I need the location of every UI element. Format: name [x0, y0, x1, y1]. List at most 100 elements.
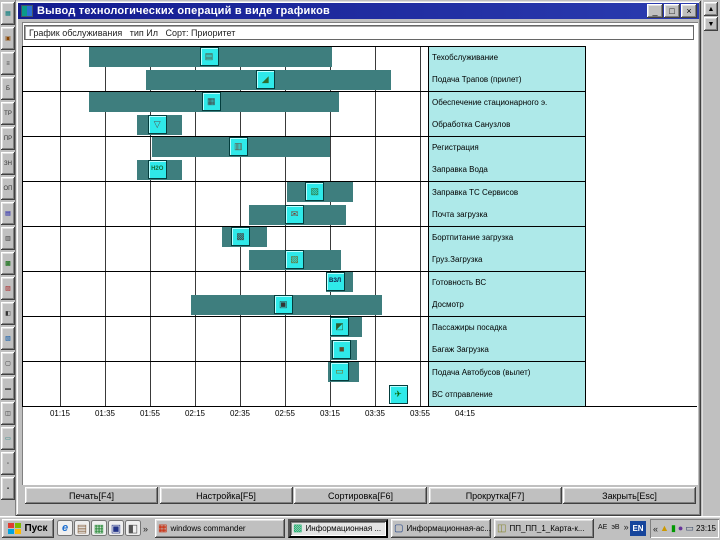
left-toolbar-button-9[interactable]: ▤ — [1, 202, 15, 225]
action-button-4[interactable]: Прокрутка[F7] — [428, 487, 562, 504]
close-button[interactable]: × — [681, 4, 697, 18]
scroll-down-button[interactable]: ▼ — [704, 17, 718, 31]
left-toolbar-button-8[interactable]: ОП — [1, 177, 15, 200]
info-window-icon: ▢ — [394, 522, 404, 534]
display-tray-icon[interactable]: ▭ — [685, 524, 694, 533]
task-button-1[interactable]: ▦ windows commander — [155, 519, 285, 538]
audio-tray-icon[interactable]: ● — [678, 524, 683, 533]
antivirus-tray-icon[interactable]: ▮ — [671, 524, 676, 533]
refueling-icon-glyph: ▧ — [310, 186, 319, 196]
water-service-icon-glyph: H2O — [151, 165, 164, 172]
minimize-button[interactable]: _ — [647, 4, 663, 18]
left-toolbar-button-10[interactable]: ▥ — [1, 227, 15, 250]
security-check-icon[interactable]: ▣ — [273, 294, 293, 314]
legend-label: Обработка Санузлов — [432, 120, 511, 130]
aircraft-ready-icon[interactable]: ВЗЛ — [325, 272, 345, 291]
action-button-3[interactable]: Сортировка[F6] — [294, 487, 427, 504]
aircraft-departure-icon[interactable]: ✈ — [388, 384, 408, 404]
legend-label: Досмотр — [432, 300, 464, 310]
row-group-separator — [22, 226, 585, 227]
task-button-4[interactable]: ◫ ПП_ПП_1_Карта-к... — [494, 519, 594, 538]
left-toolbar-button-17[interactable]: ◫ — [1, 402, 15, 425]
passenger-boarding-icon[interactable]: ◩ — [330, 317, 349, 336]
axis-tick-label: 02:35 — [229, 409, 251, 418]
baggage-loading-icon[interactable]: ■ — [332, 339, 352, 359]
screen: ▦ ▣ ≡ Б ТР ПР ЗН ОП ▤ ▥ ▩ ▨ ◧ ▧ ▢ ▬ ◫ ▭ ▫ ▪ Вывод технологи… — [0, 0, 720, 540]
left-toolbar-button-4[interactable]: Б — [1, 77, 15, 100]
left-toolbar-button-20[interactable]: ▪ — [1, 477, 15, 500]
maintenance-icon-glyph: ▤ — [204, 51, 214, 61]
deskband-chevron[interactable]: » — [624, 522, 629, 532]
gangway-icon[interactable]: ◢ — [255, 69, 275, 89]
task-label: Информационная ... — [305, 524, 382, 533]
maximize-button[interactable]: □ — [664, 4, 680, 18]
row-group-separator — [22, 46, 585, 47]
left-toolbar-button-15[interactable]: ▢ — [1, 352, 15, 375]
left-toolbar-button-5[interactable]: ТР — [1, 102, 15, 125]
legend-label: Пассажиры посадка — [432, 322, 507, 332]
chart-border — [22, 46, 23, 406]
legend-label: Техобслуживание — [432, 52, 499, 62]
deskband-label-2: эВ — [611, 523, 620, 531]
legend-label: Бортпитание загрузка — [432, 232, 514, 242]
legend-label: Почта загрузка — [432, 210, 488, 220]
background-left-toolbar: ▦ ▣ ≡ Б ТР ПР ЗН ОП ▤ ▥ ▩ ▨ ◧ ▧ ▢ ▬ ◫ ▭ ▫ ▪ — [0, 0, 16, 516]
action-button-5[interactable]: Закрыть[Esc] — [563, 487, 696, 504]
ie-icon[interactable]: e — [57, 520, 73, 536]
cargo-loading-icon[interactable]: ▨ — [285, 249, 304, 269]
windows-logo-icon — [8, 523, 22, 534]
left-toolbar-button-16[interactable]: ▬ — [1, 377, 15, 400]
water-service-icon[interactable]: H2O — [147, 159, 167, 179]
left-toolbar-button-19[interactable]: ▫ — [1, 452, 15, 475]
task-button-2[interactable]: ▩ Информационная ... — [288, 519, 388, 538]
task-label: ПП_ПП_1_Карта-к... — [509, 524, 585, 533]
tray-icons: ▲ ▮ ● ▭ — [660, 524, 694, 533]
lavatory-service-icon[interactable]: ▽ — [147, 114, 167, 134]
titlebar[interactable]: Вывод технологических операций в виде гр… — [18, 3, 699, 19]
task-button-3[interactable]: ▢ Информационная-ас... — [391, 519, 491, 538]
start-button[interactable]: Пуск — [2, 519, 54, 538]
task-label: Информационная-ас... — [406, 524, 491, 533]
explorer-icon[interactable]: ▦ — [91, 520, 107, 536]
scroll-up-button[interactable]: ▲ — [704, 2, 718, 16]
legend-label: Багаж Загрузка — [432, 345, 489, 355]
archive-icon: ◫ — [497, 522, 507, 534]
quick-launch-chevron[interactable]: » — [143, 524, 148, 534]
row-group-separator — [22, 271, 585, 272]
left-toolbar-button-2[interactable]: ▣ — [1, 27, 15, 50]
left-toolbar-button-11[interactable]: ▩ — [1, 252, 15, 275]
mail-icon[interactable]: ▤ — [74, 520, 90, 536]
app-icon[interactable] — [21, 5, 33, 17]
refueling-icon[interactable]: ▧ — [305, 182, 325, 201]
clock[interactable]: 23:15 — [696, 524, 716, 533]
left-toolbar-button-7[interactable]: ЗН — [1, 152, 15, 175]
action-button-2[interactable]: Настройка[F5] — [159, 487, 293, 504]
check-in-icon[interactable]: ▥ — [228, 137, 248, 156]
catering-icon[interactable]: ▩ — [231, 227, 250, 246]
maintenance-icon[interactable]: ▤ — [199, 47, 219, 66]
security-check-icon-glyph: ▣ — [278, 298, 288, 309]
row-group-separator — [22, 136, 585, 137]
media-icon[interactable]: ▣ — [108, 520, 124, 536]
bus-departure-icon[interactable]: ▭ — [330, 362, 349, 381]
viewer-icon[interactable]: ◧ — [125, 520, 141, 536]
left-toolbar-button-13[interactable]: ◧ — [1, 302, 15, 325]
left-toolbar-button-18[interactable]: ▭ — [1, 427, 15, 450]
language-indicator[interactable]: EN — [630, 521, 646, 536]
action-button-1[interactable]: Печать[F4] — [25, 487, 158, 504]
check-in-icon-glyph: ▥ — [233, 141, 243, 151]
alert-tray-icon[interactable]: ▲ — [660, 524, 669, 533]
row-group-separator — [22, 361, 585, 362]
legend-label: Готовность ВС — [432, 277, 487, 287]
left-toolbar-button-6[interactable]: ПР — [1, 127, 15, 150]
gangway-icon-glyph: ◢ — [261, 73, 269, 84]
ground-power-icon[interactable]: ▦ — [201, 92, 221, 111]
left-toolbar-button-1[interactable]: ▦ — [1, 2, 15, 25]
left-toolbar-button-3[interactable]: ≡ — [1, 52, 15, 75]
catering-icon-glyph: ▩ — [236, 231, 245, 241]
lavatory-service-icon-glyph: ▽ — [153, 118, 161, 129]
mail-loading-icon[interactable]: ✉ — [285, 204, 304, 224]
left-toolbar-button-12[interactable]: ▨ — [1, 277, 15, 300]
left-toolbar-button-14[interactable]: ▧ — [1, 327, 15, 350]
tray-chevron[interactable]: « — [653, 524, 658, 534]
